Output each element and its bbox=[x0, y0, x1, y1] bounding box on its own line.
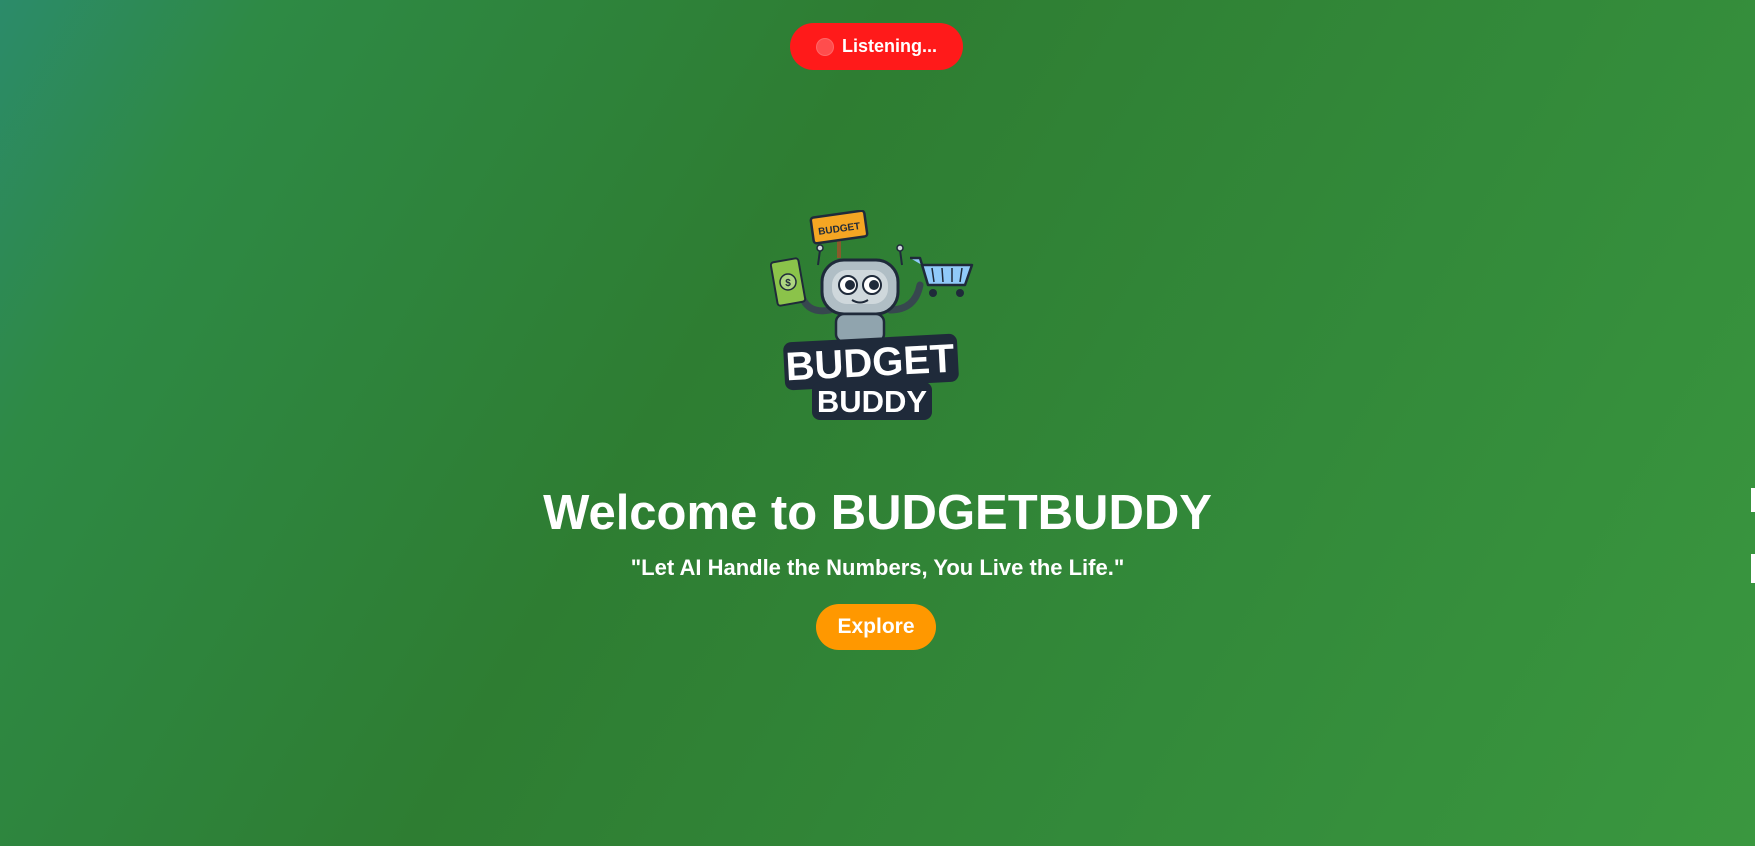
wordmark-line-1: BUDGET bbox=[785, 337, 956, 390]
money-bill-icon: $ bbox=[770, 257, 807, 307]
wordmark-line-2: BUDDY bbox=[817, 384, 928, 419]
robot-icon bbox=[820, 258, 900, 344]
recording-dot-icon bbox=[815, 37, 834, 56]
page-title: Welcome to BUDGETBUDDY bbox=[543, 486, 1212, 540]
svg-text:$: $ bbox=[785, 278, 791, 289]
listening-indicator[interactable]: Listening... bbox=[790, 23, 963, 70]
explore-button[interactable]: Explore bbox=[816, 604, 936, 650]
listening-label: Listening... bbox=[841, 36, 937, 56]
budget-sign-icon: BUDGET bbox=[809, 210, 869, 245]
edge-scroll-marks bbox=[1751, 488, 1755, 583]
budget-buddy-wordmark: BUDGET BUDDY bbox=[783, 333, 959, 420]
tagline: "Let AI Handle the Numbers, You Live the… bbox=[630, 555, 1125, 580]
budgetbuddy-logo: BUDGET $ BUDGET BUDDY bbox=[770, 210, 974, 420]
